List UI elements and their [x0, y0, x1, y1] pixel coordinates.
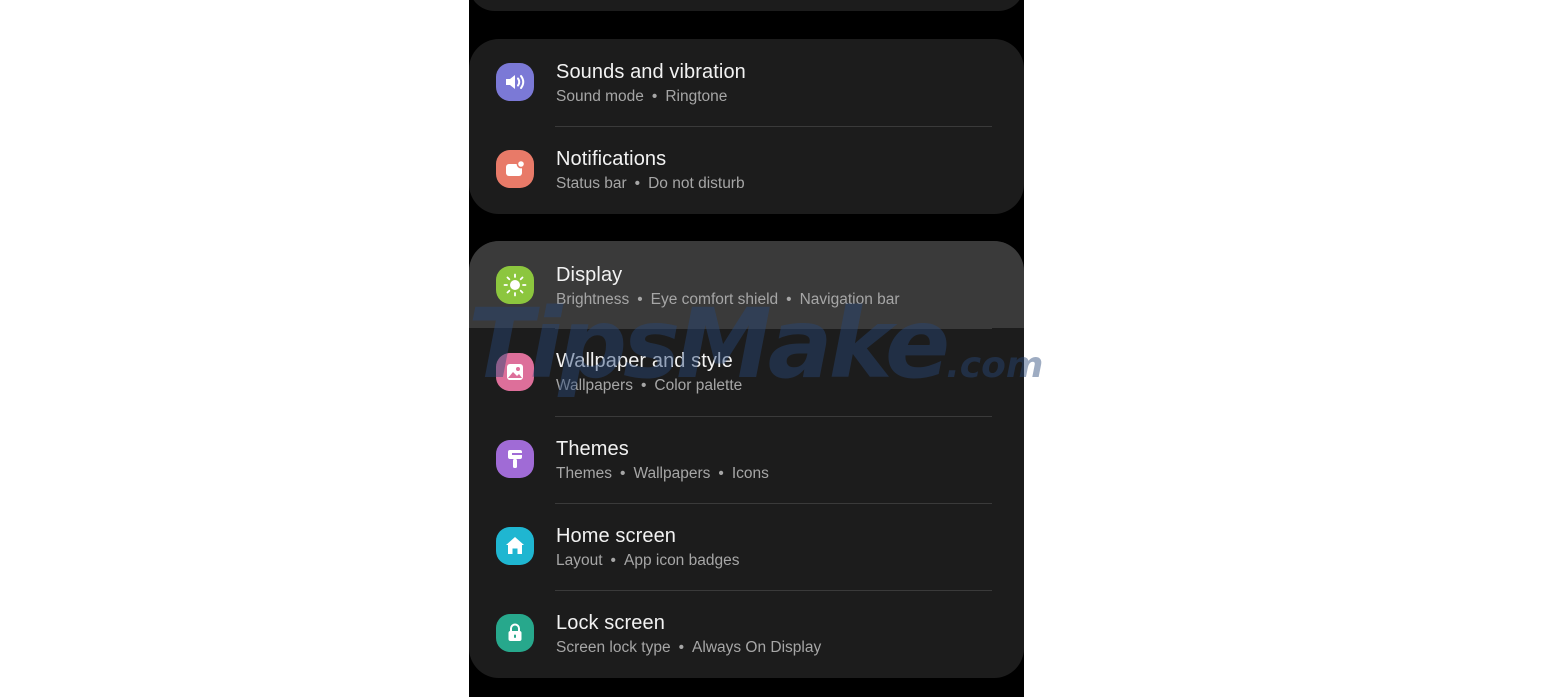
settings-item-sounds-and-vibration[interactable]: Sounds and vibration Sound mode • Ringtone	[469, 39, 1024, 126]
item-title: Lock screen	[556, 612, 665, 634]
item-title: Notifications	[556, 148, 667, 170]
settings-item-themes[interactable]: Themes Themes • Wallpapers • Icons	[469, 417, 1024, 504]
item-title: Themes	[556, 438, 629, 460]
item-title: Display	[556, 264, 623, 286]
subtitle-part: Sound mode	[556, 88, 644, 105]
item-subtitle: Themes • Wallpapers • Icons	[556, 465, 769, 483]
subtitle-part: Wallpapers	[633, 465, 711, 482]
separator-dot: •	[610, 552, 616, 569]
settings-group-sound-notifications: Sounds and vibration Sound mode • Ringtone…	[469, 39, 1024, 214]
theme-brush-icon	[496, 440, 534, 478]
item-subtitle: Sound mode • Ringtone	[556, 88, 727, 106]
separator-dot: •	[678, 639, 685, 656]
separator-dot: •	[786, 291, 792, 308]
settings-group-partial	[469, 0, 1024, 11]
separator-dot: •	[651, 88, 658, 105]
subtitle-part: Status bar	[556, 175, 627, 192]
item-title: Home screen	[556, 525, 677, 547]
subtitle-part: Icons	[731, 465, 769, 482]
settings-item-display[interactable]: Display Brightness • Eye comfort shield • Na…	[469, 241, 1024, 328]
separator-dot: •	[640, 377, 647, 394]
separator-dot: •	[620, 465, 626, 482]
subtitle-part: Layout	[556, 552, 603, 569]
subtitle-part: Wallpapers	[556, 377, 633, 394]
speaker-icon	[496, 63, 534, 101]
subtitle-part: Themes	[556, 465, 612, 482]
lock-icon	[496, 614, 534, 652]
item-title: Sounds and vibration	[556, 61, 746, 83]
subtitle-part: Always On Display	[692, 639, 822, 656]
subtitle-part: Navigation bar	[799, 291, 900, 308]
separator-dot: •	[637, 291, 643, 308]
item-title: Wallpaper and style	[556, 350, 733, 372]
settings-item-home-screen[interactable]: Home screen Layout • App icon badges	[469, 504, 1024, 591]
subtitle-part: Ringtone	[665, 88, 728, 105]
settings-item-wallpaper-and-style[interactable]: Wallpaper and style Wallpapers • Color pal…	[469, 329, 1024, 416]
separator-dot: •	[634, 175, 641, 192]
subtitle-part: Do not disturb	[648, 175, 745, 192]
home-icon	[496, 527, 534, 565]
subtitle-part: App icon badges	[623, 552, 740, 569]
item-subtitle: Status bar • Do not disturb	[556, 175, 745, 193]
brightness-icon	[496, 266, 534, 304]
subtitle-part: Color palette	[654, 377, 743, 394]
wallpaper-icon	[496, 353, 534, 391]
settings-item-lock-screen[interactable]: Lock screen Screen lock type • Always On D…	[469, 591, 1024, 678]
subtitle-part: Eye comfort shield	[650, 291, 779, 308]
settings-item-notifications[interactable]: Notifications Status bar • Do not disturb	[469, 127, 1024, 214]
notification-icon	[496, 150, 534, 188]
item-subtitle: Wallpapers • Color palette	[556, 377, 742, 395]
separator-dot: •	[718, 465, 724, 482]
item-subtitle: Layout • App icon badges	[556, 552, 739, 570]
settings-group-display-personalization: Display Brightness • Eye comfort shield • Na…	[469, 241, 1024, 678]
settings-screen: Sounds and vibration Sound mode • Ringtone…	[469, 0, 1024, 697]
subtitle-part: Brightness	[556, 291, 630, 308]
item-subtitle: Brightness • Eye comfort shield • Navigation…	[556, 291, 900, 309]
item-subtitle: Screen lock type • Always On Display	[556, 639, 821, 657]
subtitle-part: Screen lock type	[556, 639, 671, 656]
